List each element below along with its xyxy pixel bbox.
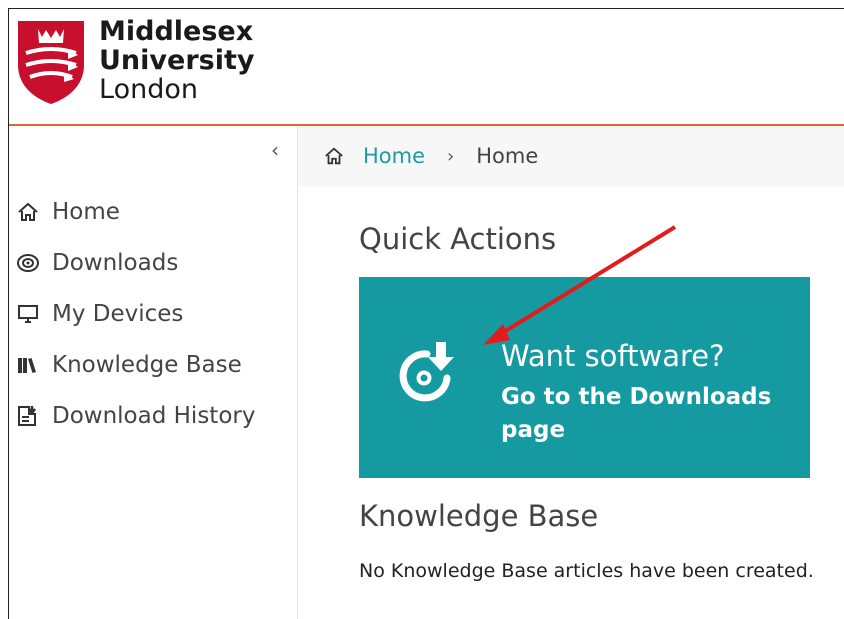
knowledge-base-empty-message: No Knowledge Base articles have been cre…: [359, 560, 814, 582]
logo-line-3: London: [99, 74, 198, 105]
sidebar-item-my-devices[interactable]: My Devices: [9, 288, 255, 339]
home-icon[interactable]: [323, 145, 345, 167]
chevron-left-icon[interactable]: ‹: [271, 140, 279, 160]
breadcrumb: Home › Home: [298, 126, 844, 186]
header: Middlesex University London: [9, 9, 844, 126]
university-logo[interactable]: Middlesex University London: [16, 17, 254, 119]
logo-line-1: Middlesex: [99, 16, 254, 47]
download-history-icon: [16, 404, 40, 428]
tile-link-text[interactable]: Go to the Downloads page: [501, 381, 791, 447]
sidebar-item-downloads[interactable]: Downloads: [9, 237, 255, 288]
sidebar-item-label: Downloads: [52, 249, 179, 276]
breadcrumb-home-link[interactable]: Home: [363, 144, 425, 168]
books-icon: [16, 353, 40, 377]
sidebar-nav: Home Downloads My Devices Knowledge Base: [9, 186, 255, 441]
tile-heading: Want software?: [501, 339, 725, 373]
sidebar-item-label: My Devices: [52, 300, 184, 327]
logo-line-2: University: [99, 45, 255, 76]
sidebar-item-label: Knowledge Base: [52, 351, 242, 378]
quick-actions-title: Quick Actions: [359, 222, 557, 256]
breadcrumb-current: Home: [476, 144, 539, 168]
page-frame: Middlesex University London ‹ Home Downl…: [8, 8, 844, 619]
sidebar: ‹ Home Downloads My Devices Knowledge Ba…: [9, 126, 298, 619]
crest-icon: [18, 21, 84, 104]
sidebar-item-label: Home: [52, 198, 120, 225]
logo-text: Middlesex University London: [99, 17, 254, 104]
downloads-quick-action-tile[interactable]: Want software? Go to the Downloads page: [359, 277, 810, 478]
knowledge-base-title: Knowledge Base: [359, 499, 599, 533]
sidebar-item-home[interactable]: Home: [9, 186, 255, 237]
sidebar-item-label: Download History: [52, 402, 256, 429]
disc-icon: [16, 251, 40, 275]
monitor-icon: [16, 302, 40, 326]
chevron-right-icon: ›: [447, 145, 455, 167]
sidebar-item-download-history[interactable]: Download History: [9, 390, 255, 441]
disc-download-icon: [399, 342, 454, 402]
sidebar-item-knowledge-base[interactable]: Knowledge Base: [9, 339, 255, 390]
home-icon: [16, 200, 40, 224]
